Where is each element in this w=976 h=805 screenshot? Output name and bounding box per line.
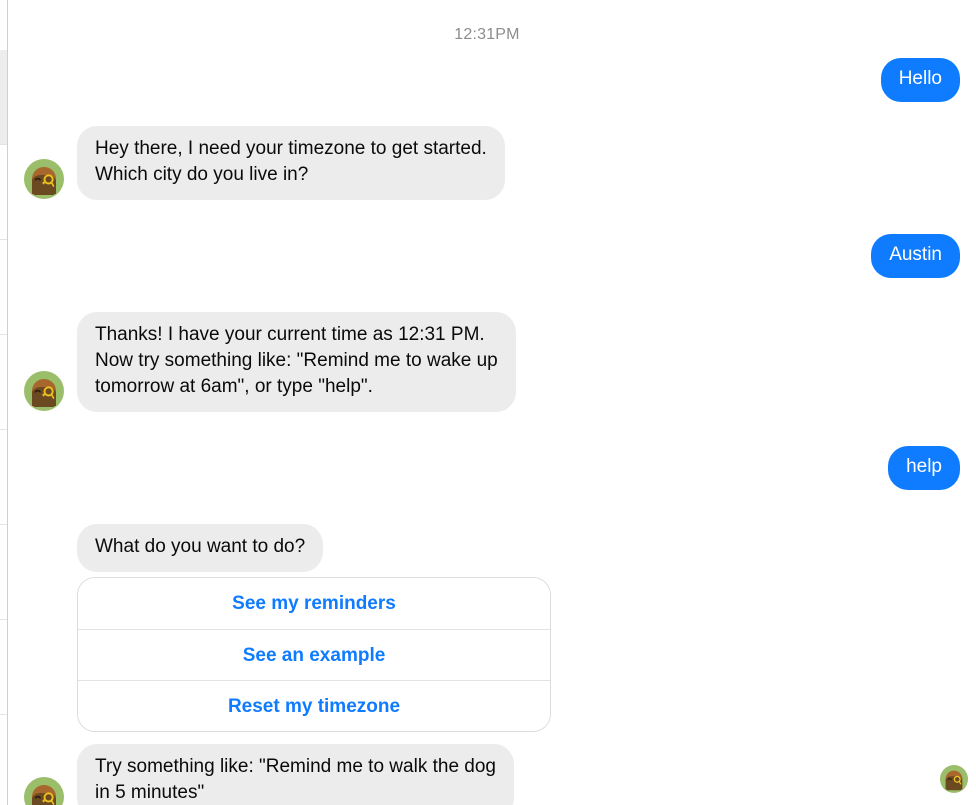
conversation-list-item[interactable] <box>0 240 7 335</box>
quick-reply-card: See my reminders See an example Reset my… <box>77 577 551 732</box>
message-row-outgoing: Hello <box>8 58 976 102</box>
message-row-incoming: What do you want to do? <box>8 524 976 572</box>
owl-seen-avatar-icon <box>940 765 968 793</box>
message-row-incoming: Try something like: "Remind me to walk t… <box>8 744 976 805</box>
message-row-incoming: Hey there, I need your timezone to get s… <box>8 126 976 200</box>
message-bubble-incoming[interactable]: Thanks! I have your current time as 12:3… <box>77 312 516 412</box>
quick-reply-button-reset-my-timezone[interactable]: Reset my timezone <box>78 680 550 731</box>
message-bubble-incoming[interactable]: Hey there, I need your timezone to get s… <box>77 126 505 200</box>
message-bubble-outgoing[interactable]: Austin <box>871 234 960 278</box>
message-row-incoming: Thanks! I have your current time as 12:3… <box>8 312 976 412</box>
conversation-timestamp: 12:31PM <box>454 26 520 43</box>
message-thread[interactable]: 12:31PM Hello Hey there, I need your tim… <box>8 0 976 805</box>
messenger-conversation-screen: 12:31PM Hello Hey there, I need your tim… <box>0 0 976 805</box>
conversation-list-item[interactable] <box>0 145 7 240</box>
message-bubble-outgoing[interactable]: help <box>888 446 960 490</box>
conversation-list-item[interactable] <box>0 525 7 620</box>
conversation-list-item[interactable] <box>0 335 7 430</box>
message-row-outgoing: Austin <box>8 234 976 278</box>
message-bubble-incoming[interactable]: What do you want to do? <box>77 524 324 572</box>
conversation-list-item[interactable] <box>0 620 7 715</box>
quick-reply-row: See my reminders See an example Reset my… <box>8 577 976 732</box>
owl-avatar-icon <box>24 159 64 199</box>
conversation-list-item-active[interactable] <box>0 50 7 145</box>
owl-avatar-icon <box>24 371 64 411</box>
message-row-outgoing: help <box>8 446 976 490</box>
owl-avatar-icon <box>24 777 64 805</box>
conversation-list-item[interactable] <box>0 430 7 525</box>
message-bubble-incoming[interactable]: Try something like: "Remind me to walk t… <box>77 744 514 805</box>
quick-reply-button-see-an-example[interactable]: See an example <box>78 629 550 680</box>
quick-reply-button-see-my-reminders[interactable]: See my reminders <box>78 578 550 629</box>
message-bubble-outgoing[interactable]: Hello <box>880 58 960 102</box>
conversation-list-sliver[interactable] <box>0 0 8 805</box>
